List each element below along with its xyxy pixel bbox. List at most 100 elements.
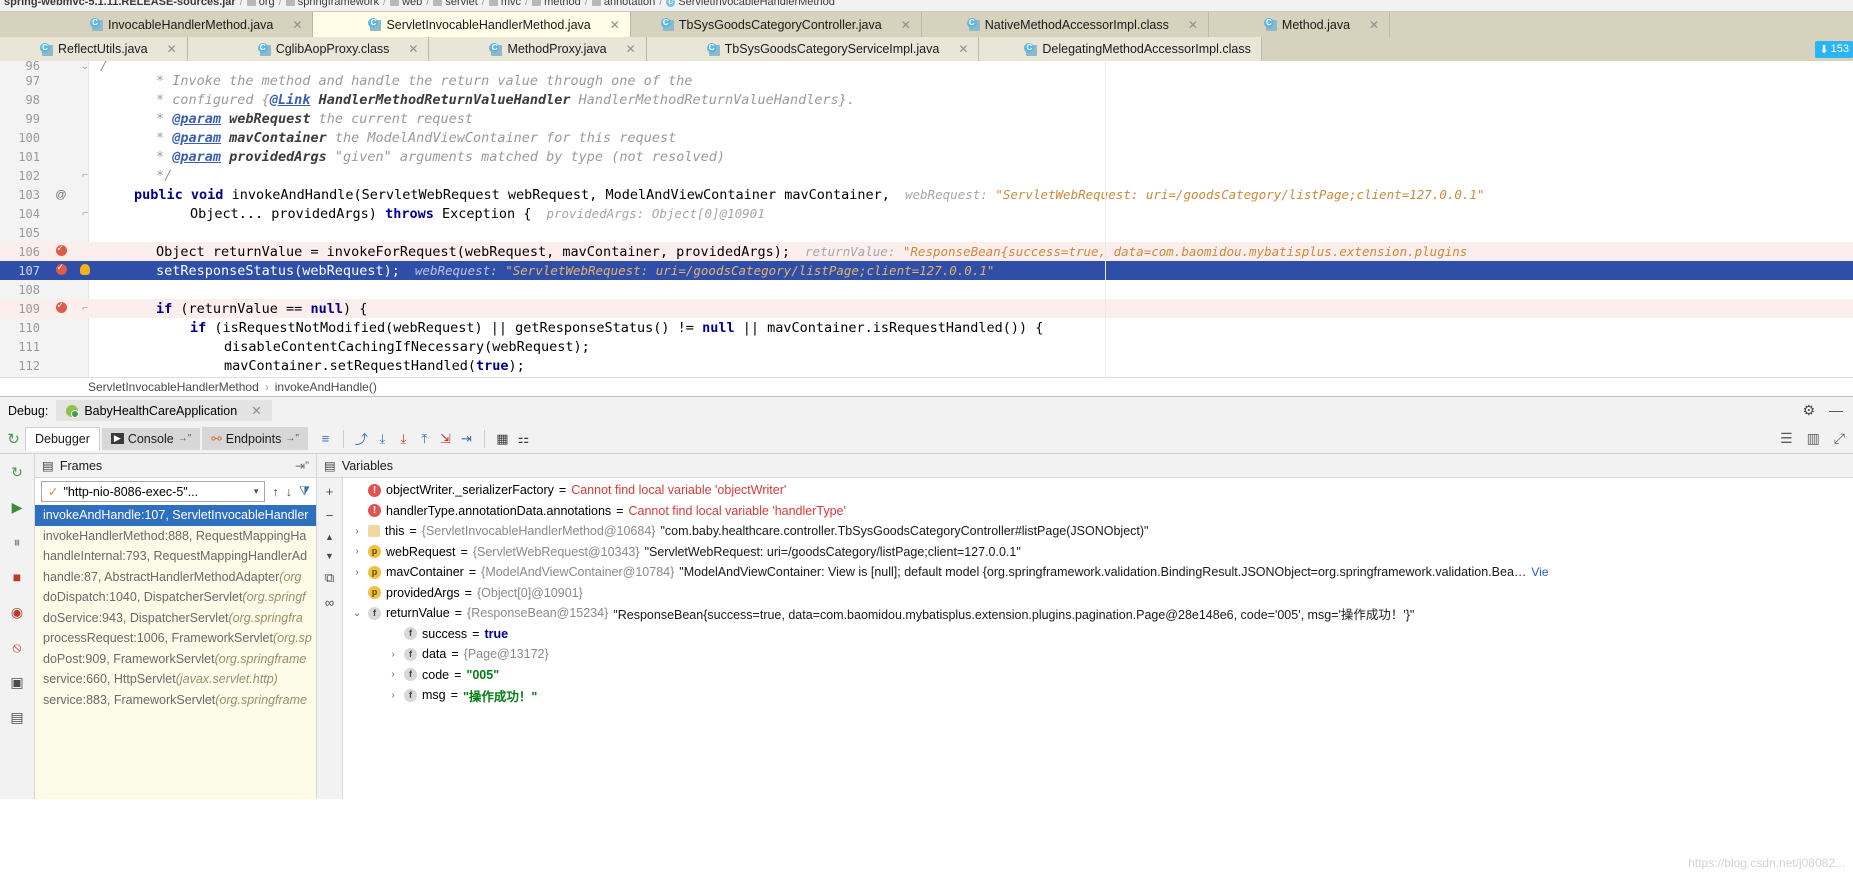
editor-tab-tbsysgoodscategorycontroller[interactable]: TbSysGoodsCategoryController.java ✕: [631, 12, 922, 37]
fold-icon[interactable]: ⌐: [74, 208, 96, 219]
filter-icon[interactable]: ⧩: [299, 484, 310, 499]
collapse-arrow-icon[interactable]: ⌄: [351, 608, 363, 619]
breadcrumb-item[interactable]: web: [390, 0, 422, 8]
move-up-icon[interactable]: ▲: [325, 532, 334, 542]
breadcrumb-method[interactable]: invokeAndHandle(): [275, 380, 377, 394]
expand-arrow-icon[interactable]: ›: [351, 567, 363, 578]
breakpoint-icon[interactable]: [56, 302, 67, 313]
editor-tab-method[interactable]: Method.java ✕: [1209, 12, 1390, 37]
editor-tab-delegatingmethodaccessorimpl[interactable]: DelegatingMethodAccessorImpl.class: [979, 37, 1261, 61]
variable-row[interactable]: ⌄ f returnValue = {ResponseBean@15234} "…: [343, 603, 1853, 624]
mute-breakpoints-icon[interactable]: ⦸: [6, 636, 28, 658]
frame-item[interactable]: doDispatch:1040, DispatcherServlet (org.…: [35, 587, 316, 608]
frame-item[interactable]: invokeAndHandle:107, ServletInvocableHan…: [35, 505, 316, 526]
close-icon[interactable]: ✕: [610, 18, 620, 32]
close-icon[interactable]: ✕: [901, 18, 911, 32]
copy-icon[interactable]: ⧉: [325, 570, 334, 586]
editor-tab-reflectutils[interactable]: ReflectUtils.java ✕: [0, 37, 188, 61]
frame-item[interactable]: processRequest:1006, FrameworkServlet (o…: [35, 628, 316, 649]
rerun-icon[interactable]: ↻: [6, 461, 28, 483]
layout-icon[interactable]: ▤: [6, 706, 28, 728]
close-icon[interactable]: ✕: [251, 403, 261, 418]
variable-row[interactable]: › f code = "005": [343, 665, 1853, 686]
variable-row[interactable]: › p webRequest = {ServletWebRequest@1034…: [343, 542, 1853, 563]
intention-bulb-icon[interactable]: [80, 264, 90, 275]
remove-watch-icon[interactable]: −: [326, 508, 334, 523]
editor-tab-nativemethodaccessorimpl[interactable]: NativeMethodAccessorImpl.class ✕: [922, 12, 1209, 37]
run-configuration-tab[interactable]: BabyHealthCareApplication ✕: [56, 400, 271, 421]
evaluate-expression-icon[interactable]: ▦: [493, 429, 512, 448]
arrow-up-icon[interactable]: ↑: [272, 485, 278, 499]
frame-item[interactable]: invokeHandlerMethod:888, RequestMappingH…: [35, 526, 316, 547]
editor-tab-invocablehandlermethod[interactable]: InvocableHandlerMethod.java ✕: [0, 12, 313, 37]
frame-item[interactable]: handleInternal:793, RequestMappingHandle…: [35, 546, 316, 567]
frame-item[interactable]: service:883, FrameworkServlet (org.sprin…: [35, 690, 316, 711]
camera-icon[interactable]: ▣: [6, 671, 28, 693]
variable-row[interactable]: › f msg = "操作成功！": [343, 685, 1853, 706]
move-down-icon[interactable]: ▼: [325, 551, 334, 561]
expand-arrow-icon[interactable]: ›: [351, 546, 363, 557]
variable-row[interactable]: › this = {ServletInvocableHandlerMethod@…: [343, 521, 1853, 542]
stop-icon[interactable]: ■: [6, 566, 28, 588]
code-editor[interactable]: 96 ⌄ / 97 * Invoke the method and handle…: [0, 61, 1853, 396]
step-into-icon[interactable]: ⤓: [373, 429, 392, 448]
tab-debugger[interactable]: Debugger: [25, 427, 100, 451]
breadcrumb-item[interactable]: servlet: [433, 0, 477, 8]
add-watch-icon[interactable]: +: [326, 484, 334, 499]
expand-arrow-icon[interactable]: ›: [351, 526, 363, 537]
variable-row[interactable]: › p mavContainer = {ModelAndViewContaine…: [343, 562, 1853, 583]
expand-arrow-icon[interactable]: ›: [387, 669, 399, 680]
drop-frame-icon[interactable]: ⇲: [436, 429, 455, 448]
variable-row[interactable]: ! objectWriter._serializerFactory = Cann…: [343, 480, 1853, 501]
breadcrumb-leaf[interactable]: CServletInvocableHandlerMethod: [666, 0, 835, 8]
editor-tab-methodproxy[interactable]: MethodProxy.java ✕: [429, 37, 646, 61]
breakpoint-icon[interactable]: [56, 245, 67, 256]
editor-tab-tbsysgoodscategoryserviceimpl[interactable]: TbSysGoodsCategoryServiceImpl.java ✕: [647, 37, 980, 61]
annotation-gutter-icon[interactable]: @: [48, 189, 74, 201]
frame-item[interactable]: doService:943, DispatcherServlet (org.sp…: [35, 608, 316, 629]
breadcrumb-item[interactable]: springframework: [286, 0, 379, 8]
frames-list[interactable]: invokeAndHandle:107, ServletInvocableHan…: [35, 505, 316, 799]
fold-icon[interactable]: ⌐: [74, 303, 96, 314]
minimize-icon[interactable]: —: [1829, 402, 1843, 419]
editor-tab-servletinvocablehandlermethod[interactable]: ServletInvocableHandlerMethod.java ✕: [313, 12, 630, 37]
editor-tab-cglibaopproxy[interactable]: CglibAopProxy.class ✕: [188, 37, 430, 61]
breakpoint-icon[interactable]: [56, 264, 67, 275]
download-badge[interactable]: ⬇ 153: [1815, 41, 1853, 58]
breadcrumb-item[interactable]: org: [247, 0, 275, 8]
variable-row[interactable]: f success = true: [343, 624, 1853, 645]
thread-dropdown[interactable]: ✓ "http-nio-8086-exec-5"... ▾: [41, 481, 265, 502]
pin-icon[interactable]: ⇥”: [295, 459, 316, 473]
variable-row[interactable]: p providedArgs = {Object[0]@10901}: [343, 583, 1853, 604]
pause-icon[interactable]: ⏸: [6, 531, 28, 553]
link-icon[interactable]: ∞: [325, 595, 334, 610]
close-icon[interactable]: ✕: [1188, 18, 1198, 32]
breadcrumb-item[interactable]: mvc: [489, 0, 521, 8]
tab-endpoints[interactable]: ⚯ Endpoints →": [202, 427, 308, 450]
fold-icon[interactable]: ⌄: [74, 61, 96, 71]
mute-breakpoints-icon[interactable]: ≡: [316, 429, 335, 448]
layout-icon[interactable]: ☰: [1780, 430, 1793, 447]
step-out-icon[interactable]: ⤒: [415, 429, 434, 448]
close-icon[interactable]: ✕: [958, 42, 968, 56]
breadcrumb-root[interactable]: spring-webmvc-5.1.11.RELEASE-sources.jar: [4, 0, 236, 8]
show-settings-icon[interactable]: ⚏: [514, 429, 533, 448]
view-breakpoints-icon[interactable]: ◉: [6, 601, 28, 623]
breadcrumb-class[interactable]: ServletInvocableHandlerMethod: [88, 380, 259, 394]
variables-tree[interactable]: ! objectWriter._serializerFactory = Cann…: [343, 478, 1853, 799]
fold-end-icon[interactable]: ⌐: [74, 170, 96, 181]
run-to-cursor-icon[interactable]: ⇥: [457, 429, 476, 448]
close-icon[interactable]: ✕: [408, 42, 418, 56]
breadcrumb-item[interactable]: method: [532, 0, 581, 8]
close-icon[interactable]: ✕: [292, 18, 302, 32]
tab-console[interactable]: ▶ Console →": [102, 428, 200, 450]
variable-row[interactable]: ! handlerType.annotationData.annotations…: [343, 501, 1853, 522]
rerun-icon[interactable]: ↻: [4, 429, 23, 448]
close-icon[interactable]: ✕: [626, 42, 636, 56]
settings-list-icon[interactable]: ▥: [1807, 430, 1820, 447]
frame-item[interactable]: handle:87, AbstractHandlerMethodAdapter …: [35, 567, 316, 588]
variable-row[interactable]: › f data = {Page@13172}: [343, 644, 1853, 665]
close-icon[interactable]: ✕: [1369, 18, 1379, 32]
chevron-down-icon[interactable]: ▾: [254, 486, 259, 497]
arrow-down-icon[interactable]: ↓: [286, 485, 292, 499]
